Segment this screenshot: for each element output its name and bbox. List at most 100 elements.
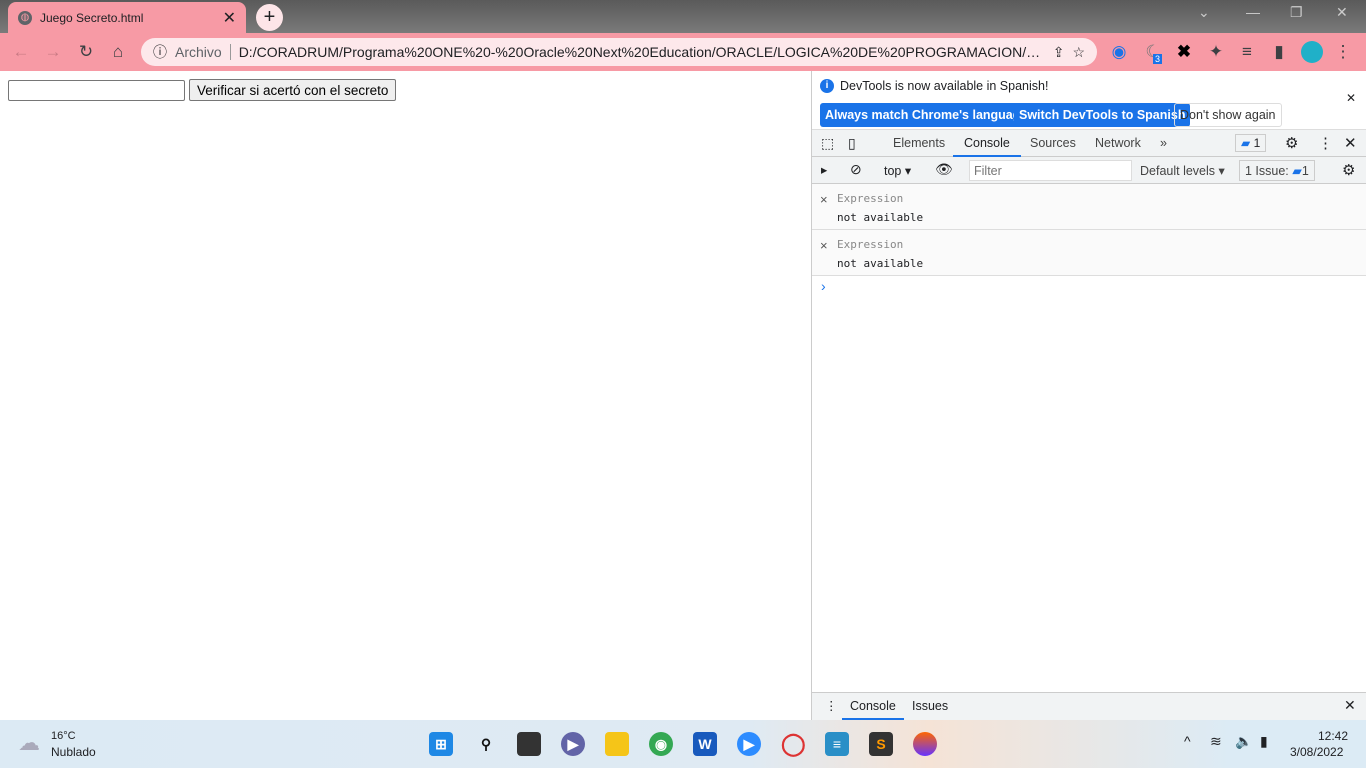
search-icon[interactable]: ⚲: [474, 732, 498, 756]
cloud-icon: ☁: [18, 730, 40, 755]
extensions-puzzle-icon[interactable]: ✦: [1205, 42, 1227, 62]
issues-badge-count: 1: [1253, 136, 1261, 150]
info-text: DevTools is now available in Spanish!: [840, 79, 1049, 93]
profile-avatar[interactable]: [1301, 41, 1323, 63]
close-tab-icon[interactable]: ✕: [223, 8, 236, 28]
expression-value: not available: [837, 257, 924, 270]
chevron-up-icon[interactable]: ^: [1184, 733, 1191, 749]
taskbar: ☁ 16°C Nublado ⊞ ⚲ ▶ ◉ W ▶ ◯ ≡ S ^ ≋ 🔈 ▮…: [0, 720, 1366, 768]
message-icon: ▰: [1241, 136, 1251, 150]
context-value: top: [884, 164, 902, 178]
weather-temp[interactable]: 16°C: [51, 730, 76, 742]
issues-label: 1 Issue:: [1245, 164, 1289, 178]
console-toolbar: ▸ ⊘ top ▾ 👁 Default levels ▾ 1 Issue: ▰1…: [812, 157, 1366, 184]
device-toggle-icon[interactable]: ▯: [848, 135, 856, 152]
close-infobar-icon[interactable]: ✕: [1346, 91, 1356, 105]
tab-search-icon[interactable]: ⌄: [1198, 4, 1210, 21]
url-scheme: Archivo: [175, 44, 231, 60]
tab-elements[interactable]: Elements: [893, 130, 945, 157]
volume-icon[interactable]: 🔈: [1235, 733, 1252, 750]
browser-tab[interactable]: ◍ Juego Secreto.html ✕: [8, 2, 246, 33]
extension-x-icon[interactable]: ✖: [1173, 42, 1195, 62]
close-devtools-icon[interactable]: ✕: [1344, 134, 1357, 152]
opera-icon[interactable]: ◯: [781, 732, 806, 756]
tab-strip: ◍ Juego Secreto.html ✕ + ⌄ — ❐ ✕: [0, 0, 1366, 33]
menu-icon[interactable]: ⋮: [1332, 42, 1354, 62]
expression-label[interactable]: Expression: [837, 238, 903, 251]
match-language-button[interactable]: Always match Chrome's language: [820, 103, 1033, 127]
filter-input[interactable]: [969, 160, 1132, 181]
levels-select[interactable]: Default levels ▾: [1140, 163, 1225, 178]
word-icon[interactable]: W: [693, 732, 717, 756]
start-icon[interactable]: ⊞: [429, 732, 453, 756]
remove-expression-icon[interactable]: ×: [820, 238, 828, 253]
sublime-icon[interactable]: S: [869, 732, 893, 756]
message-icon: ▰: [1292, 164, 1302, 178]
drawer-tab-console[interactable]: Console: [842, 693, 904, 720]
tab-network[interactable]: Network: [1095, 130, 1141, 157]
minimize-icon[interactable]: —: [1246, 4, 1260, 20]
remove-expression-icon[interactable]: ×: [820, 192, 828, 207]
forward-icon[interactable]: →: [42, 42, 64, 62]
tab-sources[interactable]: Sources: [1030, 130, 1076, 157]
restore-icon[interactable]: ❐: [1290, 4, 1303, 21]
share-icon[interactable]: ⇪: [1053, 44, 1065, 61]
globe-icon: ◍: [18, 10, 32, 25]
file-explorer-icon[interactable]: [605, 732, 629, 756]
info-icon: i: [820, 79, 834, 93]
switch-spanish-button[interactable]: Switch DevTools to Spanish: [1014, 103, 1191, 127]
issues-count: 1: [1301, 164, 1309, 178]
window-close-icon[interactable]: ✕: [1336, 4, 1348, 21]
inspect-icon[interactable]: ⬚: [821, 135, 834, 152]
zoom-icon[interactable]: ▶: [737, 732, 761, 756]
extension-badge: 3: [1153, 54, 1163, 64]
new-tab-button[interactable]: +: [256, 4, 283, 31]
live-expression-eye-icon[interactable]: 👁: [935, 161, 953, 178]
close-drawer-icon[interactable]: ✕: [1344, 697, 1356, 714]
console-prompt[interactable]: ›: [821, 278, 826, 294]
more-tabs-icon[interactable]: »: [1160, 130, 1167, 157]
live-expression: × Expression not available: [812, 184, 1366, 230]
sidebar-toggle-icon[interactable]: ▸: [821, 162, 827, 177]
context-select[interactable]: top ▾: [884, 163, 911, 178]
url-text[interactable]: D:/CORADRUM/Programa%20ONE%20-%20Oracle%…: [239, 44, 1045, 60]
console-settings-icon[interactable]: ⚙: [1342, 161, 1355, 179]
clock-time[interactable]: 12:42: [1318, 729, 1348, 743]
home-icon[interactable]: ⌂: [107, 42, 129, 62]
reload-icon[interactable]: ↻: [75, 42, 97, 62]
verify-button[interactable]: Verificar si acertó con el secreto: [189, 79, 397, 101]
settings-icon[interactable]: ⚙: [1285, 134, 1298, 152]
page-content: Verificar si acertó con el secreto: [0, 71, 811, 720]
back-icon[interactable]: ←: [10, 42, 32, 62]
expression-value: not available: [837, 211, 924, 224]
tab-title: Juego Secreto.html: [40, 10, 144, 25]
chrome-icon[interactable]: ◉: [649, 732, 673, 756]
extension-color-icon[interactable]: ◉: [1108, 42, 1130, 62]
bookmark-star-icon[interactable]: ☆: [1072, 44, 1085, 61]
task-view-icon[interactable]: [517, 732, 541, 756]
info-icon[interactable]: ⓘ: [153, 42, 167, 62]
paint-icon[interactable]: [913, 732, 937, 756]
expression-label[interactable]: Expression: [837, 192, 903, 205]
notepad-icon[interactable]: ≡: [825, 732, 849, 756]
clock-date[interactable]: 3/08/2022: [1290, 745, 1343, 759]
guess-input[interactable]: [8, 80, 185, 101]
side-panel-icon[interactable]: ▮: [1268, 42, 1290, 62]
issues-badge[interactable]: ▰ 1: [1235, 134, 1267, 152]
drawer-menu-icon[interactable]: ⋮: [825, 698, 838, 713]
clear-console-icon[interactable]: ⊘: [850, 161, 862, 178]
weather-condition[interactable]: Nublado: [51, 745, 96, 759]
live-expression: × Expression not available: [812, 230, 1366, 276]
dont-show-button[interactable]: Don't show again: [1174, 103, 1282, 127]
issues-button[interactable]: 1 Issue: ▰1: [1239, 160, 1315, 181]
address-bar[interactable]: ⓘ Archivo D:/CORADRUM/Programa%20ONE%20-…: [141, 38, 1097, 66]
teams-icon[interactable]: ▶: [561, 732, 585, 756]
wifi-icon[interactable]: ≋: [1210, 733, 1222, 750]
devtools-menu-icon[interactable]: ⋮: [1318, 134, 1333, 152]
devtools-tabs: ⬚ ▯ Elements Console Sources Network » ▰…: [812, 130, 1366, 157]
battery-icon[interactable]: ▮: [1260, 733, 1268, 750]
tab-console[interactable]: Console: [953, 130, 1021, 157]
devtools-panel: i DevTools is now available in Spanish! …: [811, 71, 1366, 720]
drawer-tab-issues[interactable]: Issues: [912, 693, 948, 720]
media-icon[interactable]: ≡: [1236, 42, 1258, 62]
